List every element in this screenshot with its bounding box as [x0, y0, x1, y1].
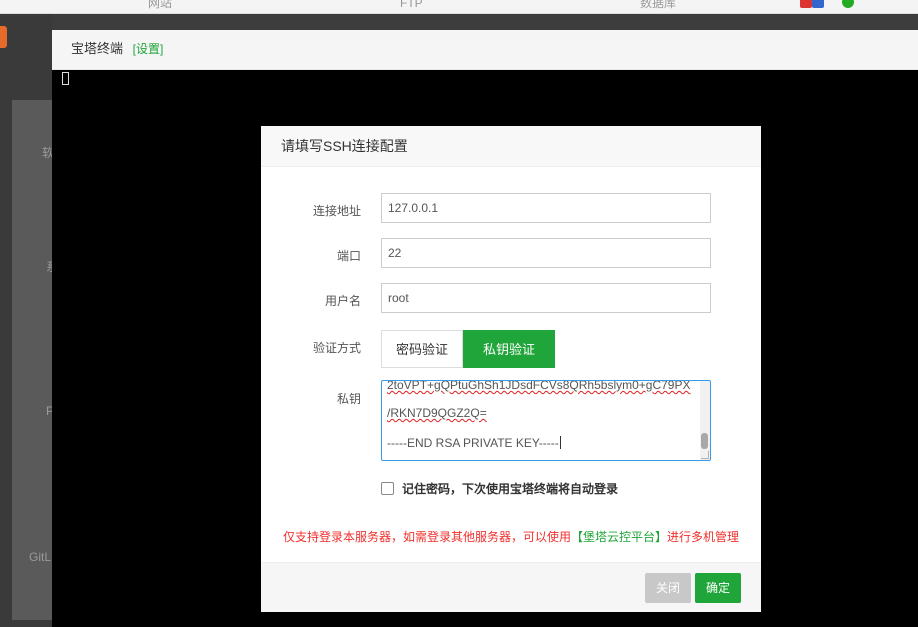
bg-tab-ftp[interactable]: FTP	[400, 0, 423, 14]
key-text-line: -----END RSA PRIVATE KEY-----	[387, 436, 561, 450]
background-panel: 软 系 P GitL	[12, 100, 58, 620]
bg-tab-database[interactable]: 数据库	[640, 0, 676, 14]
browser-tabs-strip: 网站 FTP 数据库	[0, 0, 918, 14]
notice-after: 进行多机管理	[667, 530, 740, 544]
bg-label: GitL	[29, 550, 52, 564]
key-auth-button[interactable]: 私钥验证	[463, 330, 555, 368]
logo-icon	[0, 26, 7, 48]
key-text-fragment: /RKN7D9QGZ2Q=	[387, 406, 487, 420]
user-label: 用户名	[324, 294, 361, 308]
key-text-fragment: -----END RSA PRIVATE KEY-----	[387, 436, 559, 450]
dialog-title: 请填写SSH连接配置	[261, 126, 761, 167]
terminal-settings-link[interactable]: [设置]	[133, 42, 164, 56]
ssh-config-dialog: 请填写SSH连接配置 连接地址 127.0.0.1 端口 22 用户名 root…	[261, 126, 761, 612]
notice-text: 仅支持登录本服务器，如需登录其他服务器，可以使用【堡塔云控平台】进行多机管理	[261, 528, 761, 545]
host-label: 连接地址	[312, 204, 361, 218]
remember-password-checkbox[interactable]	[381, 482, 394, 495]
remember-password-label[interactable]: 记住密码，下次使用宝塔终端将自动登录	[402, 480, 618, 497]
private-key-label: 私钥	[336, 392, 361, 406]
host-input[interactable]: 127.0.0.1	[381, 193, 711, 223]
key-text-line: /RKN7D9QGZ2Q=	[387, 406, 487, 420]
close-button[interactable]: 关闭	[645, 573, 691, 603]
terminal-titlebar: 宝塔终端 [设置]	[52, 30, 918, 70]
password-auth-button[interactable]: 密码验证	[381, 330, 463, 368]
confirm-button[interactable]: 确定	[695, 573, 741, 603]
dialog-footer: 关闭 确定	[261, 562, 761, 612]
scrollbar-thumb[interactable]	[701, 433, 708, 449]
key-text-line: 2toVPT+gQPtuGhSh1JDsdFCVs8QRh5bslym0+gC7…	[387, 380, 691, 392]
notice-before: 仅支持登录本服务器，如需登录其他服务器，可以使用	[282, 530, 571, 544]
bg-tab-website[interactable]: 网站	[148, 0, 172, 14]
textarea-scrollbar[interactable]	[700, 381, 710, 460]
private-key-textarea[interactable]: 2toVPT+gQPtuGhSh1JDsdFCVs8QRh5bslym0+gC7…	[381, 380, 711, 461]
terminal-title: 宝塔终端	[71, 41, 124, 56]
auth-label: 验证方式	[312, 341, 361, 355]
extension-icon[interactable]	[842, 0, 854, 8]
port-input[interactable]: 22	[381, 238, 711, 268]
cloud-control-link[interactable]: 【堡塔云控平台】	[571, 530, 667, 544]
resize-handle-icon[interactable]	[701, 451, 709, 459]
terminal-cursor	[62, 72, 69, 85]
background-sidebar: 软 系 P GitL	[0, 14, 58, 627]
extension-icon[interactable]	[812, 0, 824, 8]
text-caret	[559, 436, 561, 449]
username-input[interactable]: root	[381, 283, 711, 313]
port-label: 端口	[336, 249, 361, 263]
extension-icon[interactable]	[800, 0, 812, 8]
